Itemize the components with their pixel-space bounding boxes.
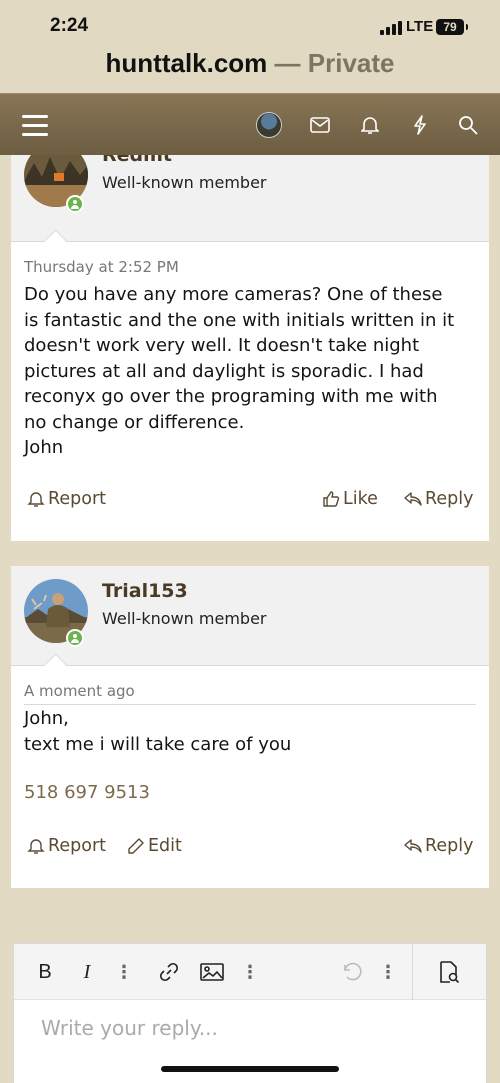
body-line: is fantastic and the one with initials w…: [24, 309, 455, 331]
body-line: Do you have any more cameras? One of the…: [24, 284, 443, 305]
bell-icon: [27, 492, 45, 507]
reply-arrow-icon: [404, 839, 422, 853]
body-line: text me i will take care of you: [24, 733, 292, 755]
more-insert-options-button[interactable]: ⋮: [240, 944, 260, 1000]
pencil-icon: [128, 838, 144, 854]
post-body: Do you have any more cameras? One of the…: [24, 282, 479, 461]
url-private-label: — Private: [267, 48, 395, 78]
post-body: John, text me i will take care of you: [24, 706, 479, 757]
edit-label: Edit: [148, 836, 182, 856]
bell-icon: [27, 839, 45, 854]
bold-button[interactable]: B: [32, 944, 58, 1000]
reply-editor: B I ⋮ ⋮ ⋮ Write your reply...: [13, 943, 487, 1083]
online-status-icon: [66, 629, 84, 647]
network-label: LTE: [406, 18, 434, 35]
bell-icon[interactable]: [358, 94, 382, 156]
more-text-options-button[interactable]: ⋮: [114, 944, 134, 1000]
body-line: John: [24, 437, 64, 458]
report-button[interactable]: Report: [27, 489, 106, 509]
envelope-icon[interactable]: [308, 94, 332, 156]
reply-input[interactable]: Write your reply...: [41, 1016, 218, 1040]
post-header: Trial153 Well-known member: [11, 566, 489, 666]
report-label: Report: [48, 836, 107, 856]
more-options-button[interactable]: ⋮: [378, 944, 398, 1000]
address-bar[interactable]: hunttalk.com — Private: [0, 48, 500, 79]
user-title: Well-known member: [102, 609, 267, 628]
report-button[interactable]: Report: [27, 836, 106, 856]
hamburger-icon[interactable]: [14, 94, 56, 156]
battery-icon: 79: [436, 19, 468, 35]
site-navbar: [0, 93, 500, 155]
thread-content: Redmt Well-known member Thursday at 2:52…: [0, 155, 500, 930]
user-title: Well-known member: [102, 173, 267, 192]
body-line: reconyx go over the programing with me w…: [24, 386, 438, 407]
phone-number[interactable]: 518 697 9513: [24, 782, 150, 803]
search-icon[interactable]: [456, 94, 480, 156]
post-redmt: Redmt Well-known member Thursday at 2:52…: [11, 155, 489, 541]
toolbar-separator: [412, 944, 413, 1000]
post-header: Redmt Well-known member: [11, 155, 489, 242]
signal-icon: [380, 21, 402, 35]
report-label: Report: [48, 489, 107, 509]
preview-icon[interactable]: [434, 944, 464, 1000]
thumbs-up-icon: [323, 491, 340, 507]
divider: [24, 704, 476, 705]
reply-button[interactable]: Reply: [404, 836, 473, 856]
post-date[interactable]: A moment ago: [24, 682, 135, 700]
like-label: Like: [343, 489, 378, 509]
bolt-icon[interactable]: [408, 94, 432, 156]
url-host: hunttalk.com: [105, 48, 268, 78]
edit-button[interactable]: Edit: [127, 836, 182, 856]
home-indicator: [161, 1066, 339, 1072]
editor-toolbar: B I ⋮ ⋮ ⋮: [14, 944, 486, 1000]
account-avatar[interactable]: [255, 94, 283, 156]
body-line: no change or difference.: [24, 411, 245, 433]
online-status-icon: [66, 195, 84, 213]
reply-arrow-icon: [404, 492, 422, 506]
link-icon[interactable]: [156, 944, 182, 1000]
image-icon[interactable]: [199, 944, 225, 1000]
browser-header: 2:24 LTE 79 hunttalk.com — Private: [0, 0, 500, 93]
reply-button[interactable]: Reply: [404, 489, 473, 509]
username[interactable]: Redmt: [102, 155, 172, 166]
status-time: 2:24: [50, 15, 89, 36]
post-trial153: Trial153 Well-known member A moment ago …: [11, 566, 489, 888]
body-line: pictures at all and daylight is sporadic…: [24, 360, 424, 382]
post-date[interactable]: Thursday at 2:52 PM: [24, 258, 179, 276]
username[interactable]: Trial153: [102, 580, 188, 602]
reply-label: Reply: [425, 836, 474, 856]
italic-button[interactable]: I: [74, 944, 100, 1000]
body-line: John,: [24, 708, 69, 729]
like-button[interactable]: Like: [322, 489, 378, 509]
reply-label: Reply: [425, 489, 474, 509]
body-line: doesn't work very well. It doesn't take …: [24, 335, 420, 356]
undo-icon[interactable]: [338, 944, 364, 1000]
